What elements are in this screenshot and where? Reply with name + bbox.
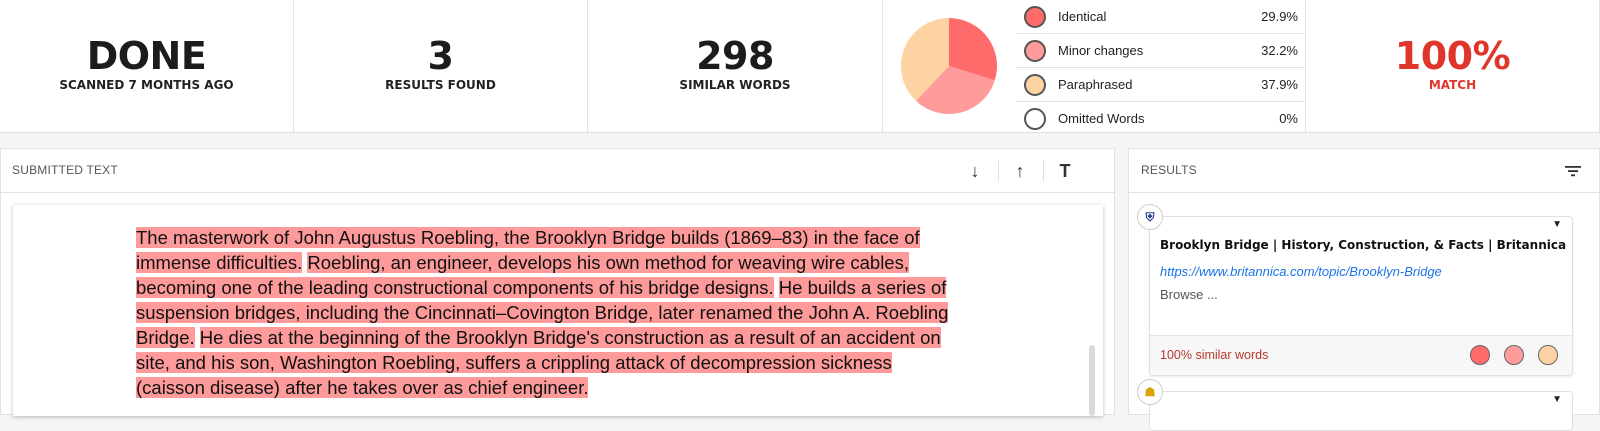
result-snippet: Browse ... <box>1160 287 1218 302</box>
match-stat: 100% MATCH <box>1306 0 1600 133</box>
legend-label: Omitted Words <box>1058 111 1145 126</box>
legend-item-minor-changes[interactable]: Minor changes 32.2% <box>1016 34 1306 68</box>
legend-label: Paraphrased <box>1058 77 1133 92</box>
legend-percentage: 32.2% <box>1261 43 1298 58</box>
toolbar-divider <box>1043 161 1044 181</box>
britannica-logo-icon: ⛨ <box>1137 204 1163 230</box>
results-title: RESULTS <box>1141 163 1197 177</box>
result-card[interactable]: ⛨ ▼ Brooklyn Bridge | History, Construct… <box>1137 204 1573 376</box>
legend-item-omitted-words[interactable]: Omitted Words 0% <box>1016 102 1306 136</box>
similar-words-count: 298 <box>696 34 774 78</box>
paraphrased-filter-dot-icon[interactable] <box>1538 345 1558 365</box>
status-value: DONE <box>86 34 207 78</box>
toolbar-divider <box>998 161 999 181</box>
match-label: MATCH <box>1428 78 1477 92</box>
document-scrollbar[interactable] <box>1089 345 1095 416</box>
expand-chevron-down-icon[interactable]: ▼ <box>1552 219 1562 230</box>
minor-changes-filter-dot-icon[interactable] <box>1504 345 1524 365</box>
source-logo-icon: ☗ <box>1137 379 1163 405</box>
identical-filter-dot-icon[interactable] <box>1470 345 1490 365</box>
results-label: RESULTS FOUND <box>385 78 496 92</box>
breakdown-legend: Identical 29.9% Minor changes 32.2% Para… <box>1016 0 1306 136</box>
submitted-text-title: SUBMITTED TEXT <box>12 163 118 177</box>
submitted-text-header: SUBMITTED TEXT ↓ ↑ T <box>1 149 1114 193</box>
highlighted-sentence[interactable]: He dies at the beginning of the Brooklyn… <box>136 327 941 398</box>
submitted-text-panel: SUBMITTED TEXT ↓ ↑ T The masterwork of J… <box>0 148 1115 416</box>
identical-dot-icon <box>1024 6 1046 28</box>
document-text: The masterwork of John Augustus Roebling… <box>136 225 956 400</box>
document-viewer[interactable]: The masterwork of John Augustus Roebling… <box>13 205 1103 416</box>
similar-words-stat: 298 SIMILAR WORDS <box>588 0 883 133</box>
result-footer: 100% similar words <box>1150 335 1572 375</box>
legend-item-identical[interactable]: Identical 29.9% <box>1016 0 1306 34</box>
previous-match-up-arrow-icon[interactable]: ↑ <box>1006 157 1034 185</box>
result-card[interactable]: ☗ ▼ <box>1137 379 1573 431</box>
text-format-icon[interactable]: T <box>1051 157 1079 185</box>
paraphrased-dot-icon <box>1024 74 1046 96</box>
filter-icon[interactable] <box>1563 161 1583 181</box>
stats-bar: DONE SCANNED 7 MONTHS AGO 3 RESULTS FOUN… <box>0 0 1600 133</box>
expand-chevron-down-icon[interactable]: ▼ <box>1552 394 1562 405</box>
match-value: 100% <box>1394 34 1511 78</box>
legend-percentage: 0% <box>1279 111 1298 126</box>
result-title[interactable]: Brooklyn Bridge | History, Construction,… <box>1160 238 1566 252</box>
next-match-down-arrow-icon[interactable]: ↓ <box>961 157 989 185</box>
legend-item-paraphrased[interactable]: Paraphrased 37.9% <box>1016 68 1306 102</box>
results-panel: RESULTS ⛨ ▼ Brooklyn Bridge | History, C… <box>1128 148 1600 431</box>
legend-label: Identical <box>1058 9 1107 24</box>
status-stat: DONE SCANNED 7 MONTHS AGO <box>0 0 294 133</box>
legend-percentage: 37.9% <box>1261 77 1298 92</box>
similar-words-label: SIMILAR WORDS <box>679 78 791 92</box>
breakdown-pie-chart <box>901 18 997 114</box>
results-header: RESULTS <box>1129 149 1599 193</box>
legend-percentage: 29.9% <box>1261 9 1298 24</box>
legend-label: Minor changes <box>1058 43 1144 58</box>
results-count: 3 <box>427 34 454 78</box>
breakdown-stat: Identical 29.9% Minor changes 32.2% Para… <box>883 0 1306 133</box>
status-label: SCANNED 7 MONTHS AGO <box>59 78 234 92</box>
minor-changes-dot-icon <box>1024 40 1046 62</box>
result-url-link[interactable]: https://www.britannica.com/topic/Brookly… <box>1160 264 1442 279</box>
results-stat: 3 RESULTS FOUND <box>294 0 588 133</box>
omitted-words-dot-icon <box>1024 108 1046 130</box>
similarity-label: 100% similar words <box>1160 348 1269 362</box>
